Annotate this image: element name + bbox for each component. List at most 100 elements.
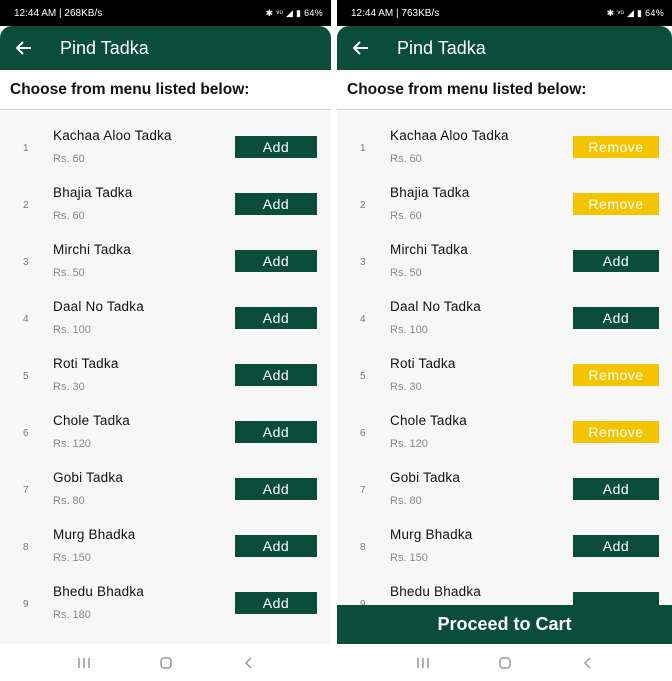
item-price: Rs. 180 xyxy=(53,609,91,621)
add-button[interactable]: Add xyxy=(235,478,317,500)
remove-button[interactable]: Remove xyxy=(573,364,659,386)
item-name: Gobi Tadka xyxy=(53,470,124,485)
back-nav-icon[interactable] xyxy=(238,656,258,669)
add-button[interactable]: Add xyxy=(573,535,659,557)
item-number: 7 xyxy=(360,485,366,496)
menu-item: 6 Chole Tadka Rs. 120 Add xyxy=(0,396,331,453)
item-name: Bhajia Tadka xyxy=(53,185,133,200)
back-arrow-icon[interactable] xyxy=(351,38,371,58)
item-price: Rs. 60 xyxy=(390,153,422,165)
recents-icon[interactable] xyxy=(413,657,433,668)
item-price: Rs. 30 xyxy=(53,381,85,393)
menu-item: 2 Bhajia Tadka Rs. 60 Remove xyxy=(337,168,672,225)
item-price: Rs. 150 xyxy=(53,552,91,564)
app-title: Pind Tadka xyxy=(60,37,149,58)
item-name: Bhedu Bhadka xyxy=(390,584,481,599)
item-name: Daal No Tadka xyxy=(53,299,144,314)
add-button[interactable]: Add xyxy=(235,421,317,443)
add-button[interactable]: Add xyxy=(235,193,317,215)
item-name: Chole Tadka xyxy=(390,413,468,428)
status-time: 12:44 AM | 268KB/s xyxy=(14,7,103,19)
recents-icon[interactable] xyxy=(74,657,94,668)
add-button[interactable]: Add xyxy=(235,535,317,557)
phone-screen-right: 12:44 AM | 763KB/s ✱ ᵛᵒ ◢ ▮ 64% Pind Tad… xyxy=(337,0,672,681)
back-nav-icon[interactable] xyxy=(577,656,597,669)
app-bar: Pind Tadka xyxy=(337,26,672,70)
remove-button[interactable]: Remove xyxy=(573,193,659,215)
item-name: Mirchi Tadka xyxy=(390,242,468,257)
item-name: Bhajia Tadka xyxy=(390,185,470,200)
proceed-to-cart-button[interactable]: Proceed to Cart xyxy=(337,605,672,644)
add-button[interactable]: Add xyxy=(573,250,659,272)
add-button[interactable]: Add xyxy=(235,592,317,614)
menu-item: 4 Daal No Tadka Rs. 100 Add xyxy=(0,282,331,339)
add-button[interactable]: Add xyxy=(235,136,317,158)
menu-list[interactable]: 1 Kachaa Aloo Tadka Rs. 60 Remove 2 Bhaj… xyxy=(337,111,672,644)
item-name: Roti Tadka xyxy=(390,356,456,371)
menu-item: 2 Bhajia Tadka Rs. 60 Add xyxy=(0,168,331,225)
menu-item: 7 Gobi Tadka Rs. 80 Add xyxy=(0,453,331,510)
system-nav-bar xyxy=(337,644,672,681)
add-button[interactable]: Add xyxy=(235,364,317,386)
item-number: 7 xyxy=(23,485,29,496)
back-arrow-icon[interactable] xyxy=(14,38,34,58)
remove-button[interactable]: Remove xyxy=(573,421,659,443)
item-number: 5 xyxy=(23,371,29,382)
item-price: Rs. 60 xyxy=(390,210,422,222)
item-price: Rs. 50 xyxy=(53,267,85,279)
item-number: 2 xyxy=(360,200,366,211)
add-button[interactable]: Add xyxy=(573,307,659,329)
item-number: 3 xyxy=(23,257,29,268)
status-icons: ✱ ᵛᵒ ◢ ▮ 64% xyxy=(606,7,664,18)
item-name: Kachaa Aloo Tadka xyxy=(390,128,509,143)
item-number: 4 xyxy=(360,314,366,325)
menu-item: 3 Mirchi Tadka Rs. 50 Add xyxy=(337,225,672,282)
app-bar: Pind Tadka xyxy=(0,26,331,70)
item-price: Rs. 60 xyxy=(53,210,85,222)
item-name: Daal No Tadka xyxy=(390,299,481,314)
item-name: Chole Tadka xyxy=(53,413,131,428)
menu-heading: Choose from menu listed below: xyxy=(0,70,331,110)
item-price: Rs. 80 xyxy=(390,495,422,507)
menu-list[interactable]: 1 Kachaa Aloo Tadka Rs. 60 Add 2 Bhajia … xyxy=(0,111,331,644)
item-number: 9 xyxy=(23,599,29,610)
item-name: Murg Bhadka xyxy=(53,527,136,542)
item-number: 8 xyxy=(23,542,29,553)
remove-button[interactable]: Remove xyxy=(573,136,659,158)
item-number: 6 xyxy=(23,428,29,439)
item-price: Rs. 100 xyxy=(390,324,428,336)
phone-screen-left: 12:44 AM | 268KB/s ✱ ᵛᵒ ◢ ▮ 64% Pind Tad… xyxy=(0,0,331,681)
item-number: 5 xyxy=(360,371,366,382)
app-title: Pind Tadka xyxy=(397,37,486,58)
item-name: Mirchi Tadka xyxy=(53,242,131,257)
menu-item: 4 Daal No Tadka Rs. 100 Add xyxy=(337,282,672,339)
home-icon[interactable] xyxy=(495,656,515,669)
menu-item: 8 Murg Bhadka Rs. 150 Add xyxy=(0,510,331,567)
item-number: 1 xyxy=(360,143,366,154)
status-icons: ✱ ᵛᵒ ◢ ▮ 64% xyxy=(265,7,323,18)
item-name: Bhedu Bhadka xyxy=(53,584,144,599)
item-price: Rs. 100 xyxy=(53,324,91,336)
home-icon[interactable] xyxy=(156,656,176,669)
status-bar: 12:44 AM | 268KB/s ✱ ᵛᵒ ◢ ▮ 64% xyxy=(0,0,331,26)
add-button[interactable]: Add xyxy=(235,250,317,272)
item-number: 3 xyxy=(360,257,366,268)
item-name: Gobi Tadka xyxy=(390,470,461,485)
menu-item: 1 Kachaa Aloo Tadka Rs. 60 Remove xyxy=(337,111,672,168)
add-button[interactable]: Add xyxy=(573,478,659,500)
menu-item: 8 Murg Bhadka Rs. 150 Add xyxy=(337,510,672,567)
item-name: Roti Tadka xyxy=(53,356,119,371)
item-number: 4 xyxy=(23,314,29,325)
system-nav-bar xyxy=(0,644,331,681)
menu-item: 7 Gobi Tadka Rs. 80 Add xyxy=(337,453,672,510)
menu-item: 9 Bhedu Bhadka Rs. 180 Add xyxy=(0,567,331,624)
item-price: Rs. 30 xyxy=(390,381,422,393)
menu-item: 3 Mirchi Tadka Rs. 50 Add xyxy=(0,225,331,282)
menu-heading: Choose from menu listed below: xyxy=(337,70,672,110)
add-button[interactable]: Add xyxy=(235,307,317,329)
menu-item: 6 Chole Tadka Rs. 120 Remove xyxy=(337,396,672,453)
item-price: Rs. 50 xyxy=(390,267,422,279)
item-price: Rs. 150 xyxy=(390,552,428,564)
item-price: Rs. 120 xyxy=(390,438,428,450)
menu-item: 5 Roti Tadka Rs. 30 Remove xyxy=(337,339,672,396)
